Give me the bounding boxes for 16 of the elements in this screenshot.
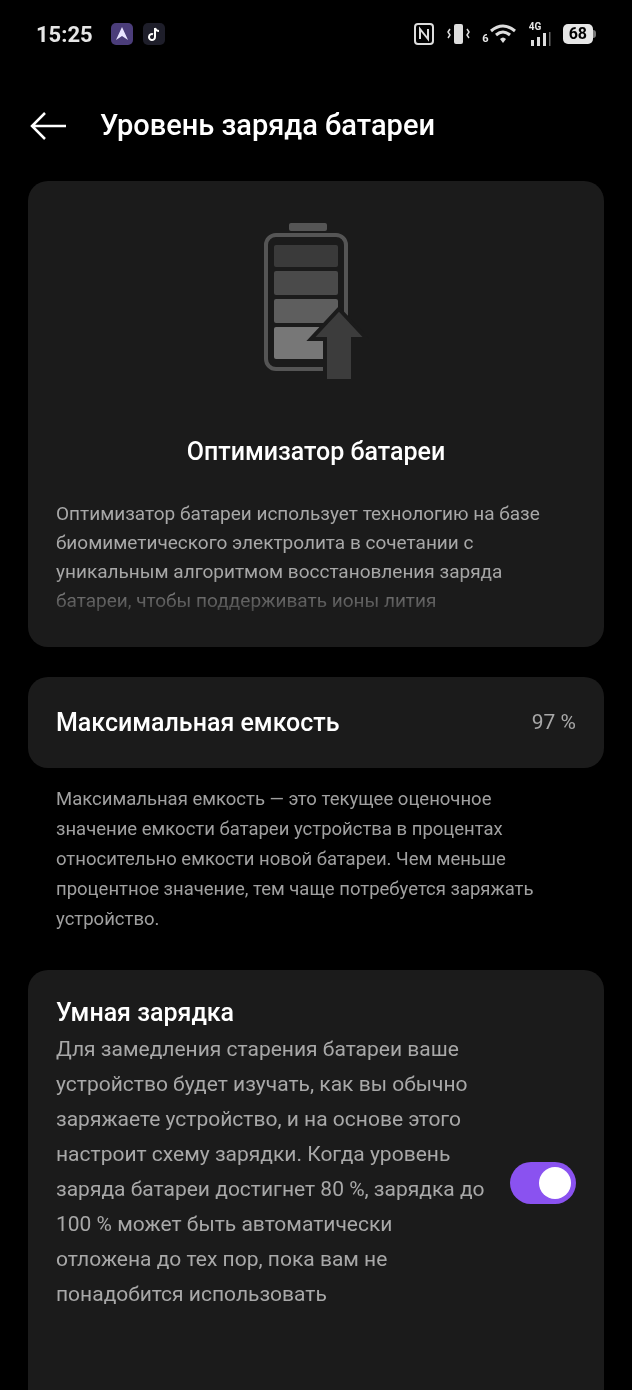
smart-charging-toggle[interactable] xyxy=(510,1162,576,1204)
optimizer-description: Оптимизатор батареи использует технологию на базе биомиметического электролита в сочетании с уникальным алгоритмом восстановления заряда батареи, чтобы поддерживать ионы лития xyxy=(56,500,541,614)
nfc-icon xyxy=(414,23,435,46)
back-arrow-icon[interactable] xyxy=(30,110,68,141)
smart-charging-title: Умная зарядка xyxy=(56,997,236,1029)
max-capacity-value: 97 % xyxy=(531,708,576,736)
status-time: 15:25 xyxy=(36,20,93,49)
app-icon xyxy=(110,23,133,46)
battery-indicator: 68 xyxy=(562,24,596,45)
vibrate-icon xyxy=(446,23,471,46)
smart-charging-description: Для замедления старения батареи ваше устройство будет изучать, как вы обычно заряжаете устройство, и на основе этого настроит схему зарядки. Когда уровень заряда батареи достигнет 80 %, зарядка до 100 % может быть автоматически отложена до тех пор, пока вам не понадобится использовать xyxy=(56,1036,486,1308)
max-capacity-note: Максимальная емкость — это текущее оценочное значение емкости батареи устройства в процентах относительно емкости новой батареи. Чем меньше процентное значение, тем чаще потребуется заряжать устройство. xyxy=(55,787,535,932)
page-title: Уровень заряда батареи xyxy=(100,106,435,144)
music-note-icon xyxy=(142,23,165,46)
optimizer-title: Оптимизатор батареи xyxy=(186,436,446,468)
max-capacity-label: Максимальная емкость xyxy=(56,706,340,739)
